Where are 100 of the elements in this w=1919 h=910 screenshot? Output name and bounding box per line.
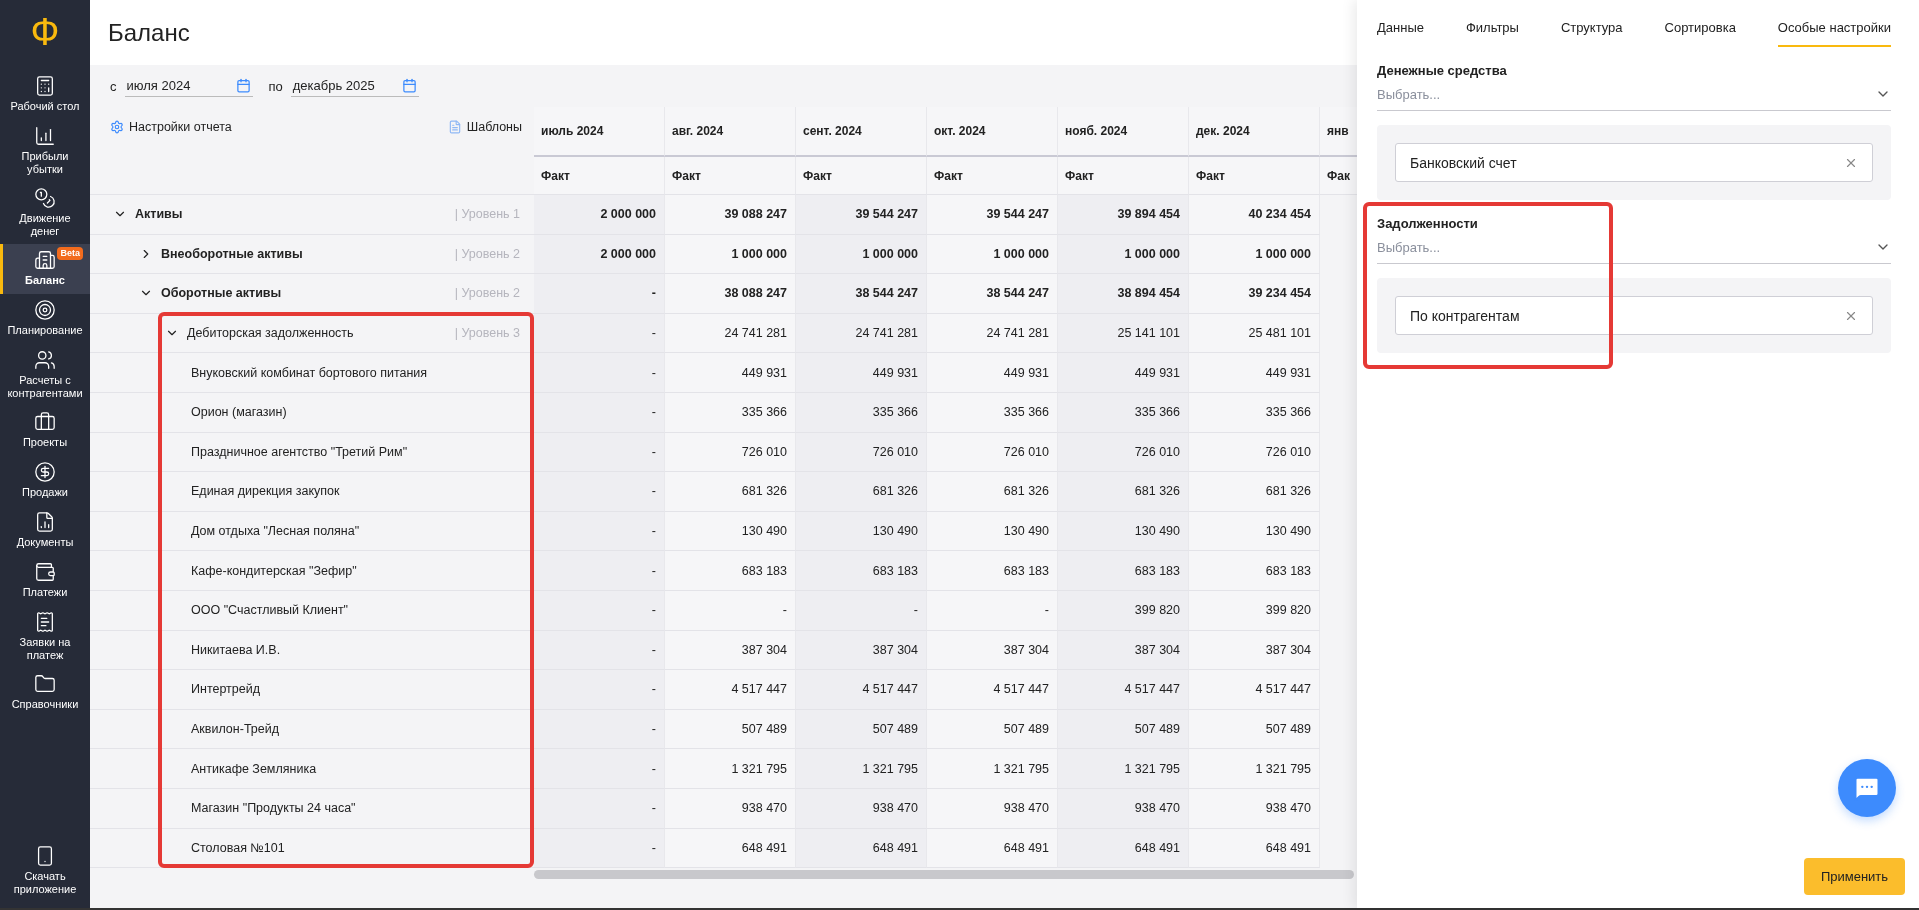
value-cell: 507 489 [1189,709,1320,750]
month-header: нояб. 2024 [1058,107,1189,157]
nav-item[interactable]: Справочники [0,668,90,718]
value-cell: 39 234 454 [1189,274,1320,314]
selected-chip[interactable]: По контрагентам [1395,296,1873,335]
date-to-field[interactable]: декабрь 2025 [290,75,419,97]
tree-cell[interactable]: Магазин "Продукты 24 часа" [90,788,534,829]
value-cell: 39 894 454 [1058,195,1189,235]
value-cell: - [534,432,665,473]
value-cell: 681 326 [1189,472,1320,512]
nav-item[interactable]: Расчеты с контрагентами [0,344,90,406]
apply-button[interactable]: Применить [1804,858,1905,895]
nav-item[interactable]: Beta Баланс [0,244,90,294]
tree-cell[interactable]: Антикафе Земляника [90,749,534,789]
nav-item[interactable]: Движение денег [0,182,90,244]
value-cell: 399 820 [1189,590,1320,631]
value-cell: 387 304 [796,630,927,671]
section-title: Денежные средства [1377,63,1508,78]
value-cell: 40 234 454 [1189,195,1320,235]
month-header: окт. 2024 [927,107,1058,157]
receipt-icon [34,611,56,633]
tree-cell[interactable]: Интертрейд [90,670,534,710]
tree-cell[interactable]: Активы | Уровень 1 [90,195,534,235]
tree-cell[interactable]: Орион (магазин) [90,392,534,433]
date-from-field[interactable]: июля 2024 [124,75,253,97]
row-label: Оборотные активы [161,286,282,301]
row-label: Кафе-кондитерская "Зефир" [191,563,357,578]
value-cell: - [534,313,665,354]
month-header: авг. 2024 [665,107,796,157]
value-cell: 130 490 [927,511,1058,552]
row-label: Магазин "Продукты 24 часа" [191,801,356,816]
nav-item[interactable]: Проекты [0,406,90,456]
folder-icon [34,673,56,695]
value-cell: 4 517 447 [796,670,927,710]
tab[interactable]: Фильтры [1465,20,1519,47]
nav-item[interactable]: Планирование [0,294,90,344]
tree-cell[interactable]: Праздничное агентство "Третий Рим" [90,432,534,473]
value-cell: 648 491 [927,828,1058,869]
tree-cell[interactable]: Единая дирекция закупок [90,472,534,512]
value-cell: 449 931 [1189,353,1320,393]
value-cell: 648 491 [1058,828,1189,869]
value-cell: 2 000 000 [534,234,665,275]
templates-link[interactable]: Шаблоны [447,120,522,134]
value-cell: - [665,590,796,631]
from-label: с [110,78,117,94]
value-cell: 387 304 [927,630,1058,671]
row-label: Дом отдыха "Лесная поляна" [191,524,360,539]
tree-cell[interactable]: Внуковский комбинат бортового питания [90,353,534,393]
value-cell: 726 010 [796,432,927,473]
tree-cell[interactable]: Аквилон-Трейд [90,709,534,750]
report-settings-link[interactable]: Настройки отчета [110,120,232,134]
value-cell: - [534,828,665,869]
row-label: Антикафе Земляника [191,761,317,776]
value-cell: 938 470 [1058,788,1189,829]
tab[interactable]: Особые настройки [1777,20,1891,47]
value-cell: 507 489 [796,709,927,750]
value-cell: 1 000 000 [1189,234,1320,275]
month-header: дек. 2024 [1189,107,1320,157]
tree-cell[interactable]: Дом отдыха "Лесная поляна" [90,511,534,552]
value-cell: 683 183 [1189,551,1320,591]
logo[interactable]: Ф [30,8,60,56]
section-title: Задолженности [1377,216,1479,231]
value-cell: 2 000 000 [534,195,665,235]
nav-item[interactable]: Прибыли убытки [0,120,90,182]
value-cell: 387 304 [1189,630,1320,671]
chat-button[interactable] [1838,759,1896,817]
tab[interactable]: Данные [1377,20,1424,47]
nav-item[interactable]: Продажи [0,456,90,506]
value-cell: 1 321 795 [927,749,1058,789]
nav-item[interactable]: Заявки на платеж [0,606,90,668]
column-subheader: Факт [1058,157,1189,195]
tree-cell[interactable]: Внеоборотные активы | Уровень 2 [90,234,534,275]
column-subheader: Факт [796,157,927,195]
value-cell: 1 000 000 [796,234,927,275]
value-cell: 130 490 [1189,511,1320,552]
value-cell: 387 304 [1058,630,1189,671]
download-app-link[interactable]: Скачать приложение [0,840,90,902]
briefcase-icon [34,411,56,433]
selected-chip[interactable]: Банковский счет [1395,143,1873,182]
value-cell: 648 491 [665,828,796,869]
value-cell: - [534,511,665,552]
nav-item[interactable]: Рабочий стол [0,70,90,120]
tree-cell[interactable]: Кафе-кондитерская "Зефир" [90,551,534,591]
value-cell: - [534,630,665,671]
nav-item[interactable]: Документы [0,506,90,556]
tree-cell[interactable]: Дебиторская задолженность | Уровень 3 [90,313,534,354]
tab[interactable]: Структура [1560,20,1623,47]
value-cell: 648 491 [796,828,927,869]
tab[interactable]: Сортировка [1664,20,1736,47]
value-cell: 681 326 [1058,472,1189,512]
tree-cell[interactable]: Никитаева И.В. [90,630,534,671]
tree-cell[interactable]: ООО "Счастливый Клиент" [90,590,534,631]
scrollbar[interactable] [534,870,1354,880]
value-cell: 335 366 [927,392,1058,433]
value-cell: - [534,788,665,829]
nav-item[interactable]: Платежи [0,556,90,606]
value-cell: 681 326 [927,472,1058,512]
value-cell: - [534,472,665,512]
value-cell: 726 010 [1058,432,1189,473]
row-label: Аквилон-Трейд [191,722,279,736]
